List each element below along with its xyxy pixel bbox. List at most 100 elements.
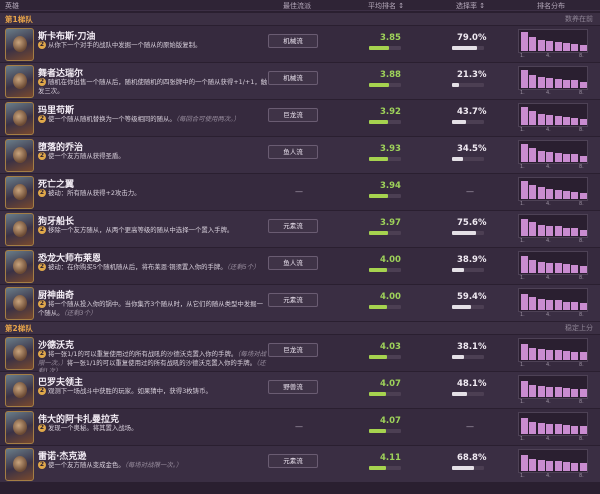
distribution-bar xyxy=(529,297,537,310)
pick-rate-fill xyxy=(452,120,467,124)
comp-tag[interactable]: 元素流 xyxy=(268,454,318,468)
header-avg[interactable]: 平均排名 ↕ xyxy=(368,1,404,11)
pick-rate: 38.1% xyxy=(457,342,487,352)
power-cost-icon: 2 xyxy=(38,226,46,234)
distribution-tick-label: 4. xyxy=(546,275,551,281)
distribution-tick-label: 8. xyxy=(579,238,584,244)
hero-row[interactable]: 沙德沃克 2 将一张1/1的可以重复使用过的所有战吼的沙德沃克置入你的手牌。（每场对… xyxy=(0,335,600,375)
comp-tag[interactable]: 元素流 xyxy=(268,293,318,307)
distribution-tick-label: 1. xyxy=(520,473,525,479)
rank-distribution xyxy=(518,412,588,436)
distribution-tick-label: 8. xyxy=(579,473,584,479)
header-pick[interactable]: 选择率 ↕ xyxy=(456,1,485,11)
hero-portrait-face xyxy=(13,221,27,237)
avg-rank-bar xyxy=(369,268,401,272)
distribution-bar xyxy=(521,343,528,360)
rank-distribution xyxy=(518,177,588,201)
distribution-bar xyxy=(579,193,587,199)
rank-distribution xyxy=(518,66,588,90)
hero-portrait[interactable] xyxy=(5,374,34,407)
power-note: （还剩3个） xyxy=(63,308,97,317)
pick-rate-fill xyxy=(452,231,477,235)
hero-portrait-face xyxy=(13,419,27,435)
hero-row[interactable]: 狗牙船长 2 移除一个友方随从，从两个更高等级的随从中选择一个置入手牌。 元素流 3.9… xyxy=(0,211,600,248)
tier-section-header: 第2梯队 稳定上分 xyxy=(0,322,600,334)
distribution-bar xyxy=(579,82,587,88)
avg-rank-fill xyxy=(369,194,388,198)
hero-row[interactable]: 死亡之翼 2 被动：所有随从获得+2攻击力。 —3.94—1. 4. 8. xyxy=(0,174,600,211)
pick-rate-bar xyxy=(452,355,484,359)
distribution-bar xyxy=(546,226,554,236)
hero-portrait[interactable] xyxy=(5,28,34,61)
distribution-tick-label: 8. xyxy=(579,362,584,368)
distribution-tick-label: 1. xyxy=(520,362,525,368)
distribution-tick-label: 1. xyxy=(520,275,525,281)
hero-row[interactable]: 舞者达瑞尔 2 随机在你出售一个随从后，随机使随机的四张牌中的一个随从获得+1/+1… xyxy=(0,63,600,100)
hero-portrait[interactable] xyxy=(5,65,34,98)
distribution-bar xyxy=(571,192,579,199)
hero-row[interactable]: 恐龙大师布莱恩 2 被动：在你购买5个随机随从后，将布莱恩·铜须置入你的手牌。（还剩… xyxy=(0,248,600,285)
avg-rank-bar xyxy=(369,194,401,198)
hero-row[interactable]: 伟大的阿卡扎曼拉克 2 发现一个奥秘。将其置入战场。 —4.07—1. 4. 8. xyxy=(0,409,600,446)
hero-portrait-face xyxy=(13,295,27,311)
hero-row[interactable]: 巴罗夫领主 2 观测下一场战斗中获胜的玩家。如果猜中，获得3枚铸币。 野兽流 4.07 4… xyxy=(0,372,600,409)
header-hero: 英雄 xyxy=(5,2,19,10)
power-cost-icon: 2 xyxy=(38,387,46,395)
avg-rank-fill xyxy=(369,392,386,396)
hero-portrait[interactable] xyxy=(5,250,34,283)
comp-tag[interactable]: 机械流 xyxy=(268,71,318,85)
hero-portrait[interactable] xyxy=(5,287,34,320)
comp-tag[interactable]: 巨龙流 xyxy=(268,108,318,122)
distribution-bar xyxy=(546,460,554,471)
pick-rate-bar xyxy=(452,157,484,161)
pick-rate-fill xyxy=(452,46,478,50)
comp-tag[interactable]: 巨龙流 xyxy=(268,343,318,357)
hero-row[interactable]: 雷诺·杰克逊 2 使一个友方随从变成金色。（每场对战限一次。） 元素流 4.11 68.8… xyxy=(0,446,600,483)
hero-portrait[interactable] xyxy=(5,102,34,135)
hero-row[interactable]: 斯卡布斯·刀油 2 从你下一个对手的战队中发掘一个随从的原始版复制。 机械流 3.85 7… xyxy=(0,26,600,63)
header-comp[interactable]: 最佳流派 xyxy=(283,1,311,11)
hero-portrait[interactable] xyxy=(5,176,34,209)
power-text: 使一个随从随机替换为一个等级相同的随从。 xyxy=(48,115,176,123)
comp-tag[interactable]: 鱼人流 xyxy=(268,256,318,270)
distribution-bar xyxy=(529,185,537,199)
distribution-bar xyxy=(563,388,570,397)
avg-rank-fill xyxy=(369,120,389,124)
avg-rank-fill xyxy=(369,231,388,235)
power-cost-icon: 2 xyxy=(38,41,46,49)
hero-portrait[interactable] xyxy=(5,448,34,481)
power-text: 使一个友方随从变成金色。 xyxy=(48,461,125,469)
hero-portrait[interactable] xyxy=(5,337,34,370)
power-text: 发现一个奥秘。将其置入战场。 xyxy=(48,424,138,432)
distribution-bar xyxy=(546,115,554,125)
distribution-bar xyxy=(563,351,570,360)
comp-tag[interactable]: 鱼人流 xyxy=(268,145,318,159)
hero-row[interactable]: 玛里苟斯 2 使一个随从随机替换为一个等级相同的随从。（每回合可使用两次。） 巨龙流 3… xyxy=(0,100,600,137)
distribution-bar xyxy=(521,70,528,88)
distribution-tick-label: 1. xyxy=(520,436,525,442)
hero-portrait[interactable] xyxy=(5,411,34,444)
comp-tag[interactable]: 机械流 xyxy=(268,34,318,48)
avg-rank-bar xyxy=(369,466,401,470)
distribution-bar xyxy=(563,190,570,199)
pick-rate: 59.4% xyxy=(457,292,487,302)
comp-tag[interactable]: 元素流 xyxy=(268,219,318,233)
distribution-bar xyxy=(521,418,528,434)
hero-portrait[interactable] xyxy=(5,213,34,246)
distribution-bar xyxy=(521,32,528,51)
hero-portrait[interactable] xyxy=(5,139,34,172)
hero-portrait-face xyxy=(13,345,27,361)
power-cost-icon: 2 xyxy=(38,300,46,308)
hero-row[interactable]: 厨神曲奇 2 将一个随从投入你的锅中。当你集齐3个随从时，从它们的随从类型中发掘一个… xyxy=(0,285,600,322)
avg-rank-bar xyxy=(369,46,401,50)
rank-distribution xyxy=(518,338,588,362)
distribution-bar xyxy=(521,219,528,236)
hero-power-desc: 2 移除一个友方随从，从两个更高等级的随从中选择一个置入手牌。 xyxy=(38,226,268,235)
distribution-tick-label: 1. xyxy=(520,127,525,133)
pick-rate-fill xyxy=(452,157,464,161)
power-text: 将一张1/1的可以重复使用过的所有战吼的沙德沃克置入你的手牌。 xyxy=(48,350,238,358)
distribution-bar xyxy=(529,260,537,273)
comp-tag[interactable]: 野兽流 xyxy=(268,380,318,394)
distribution-bar xyxy=(537,151,545,162)
hero-row[interactable]: 堕落的乔治 2 使一个友方随从获得圣盾。 鱼人流 3.93 34.5% 1. 4. 8. xyxy=(0,137,600,174)
